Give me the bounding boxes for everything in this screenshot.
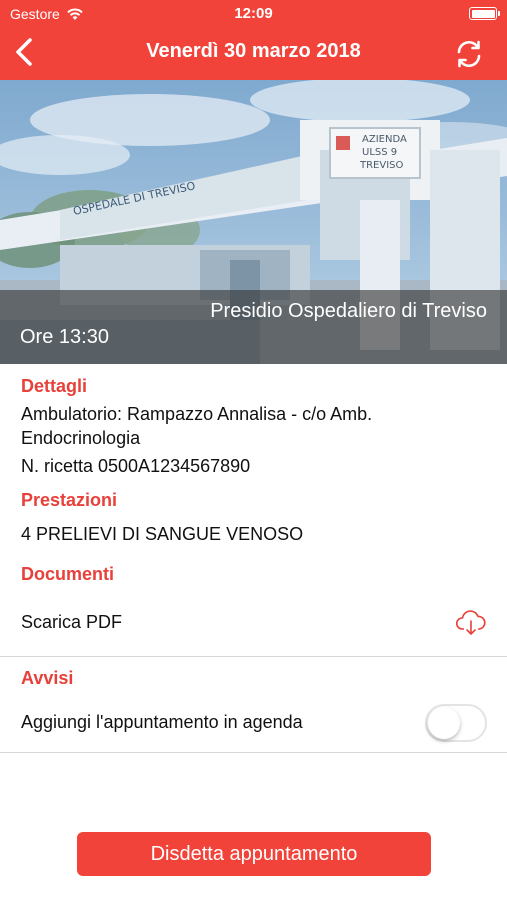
appointment-time: Ore 13:30 xyxy=(20,326,109,348)
agenda-label: Aggiungi l'appuntamento in agenda xyxy=(21,712,303,732)
hero-info-bar: Presidio Ospedaliero di Treviso Ore 13:3… xyxy=(0,290,507,364)
status-time: 12:09 xyxy=(234,5,273,22)
cancel-appointment-button[interactable]: Disdetta appuntamento xyxy=(77,832,431,876)
back-button[interactable] xyxy=(10,36,40,68)
divider xyxy=(0,656,507,657)
prestazione-item: 4 PRELIEVI DI SANGUE VENOSO xyxy=(21,524,304,544)
agenda-row: Aggiungi l'appuntamento in agenda xyxy=(0,700,507,752)
ricetta-number: N. ricetta 0500A1234567890 xyxy=(21,456,251,476)
refresh-icon xyxy=(457,40,481,68)
chevron-left-icon xyxy=(16,38,32,66)
status-bar: Gestore 12:09 xyxy=(0,0,507,28)
ambulatorio-text: Ambulatorio: Rampazzo Annalisa - c/o Amb… xyxy=(21,404,373,448)
agenda-toggle[interactable] xyxy=(425,704,487,742)
refresh-button[interactable] xyxy=(453,38,485,70)
battery-icon xyxy=(469,7,500,20)
section-title-avvisi: Avvisi xyxy=(21,668,74,688)
divider xyxy=(0,752,507,753)
cloud-download-icon[interactable] xyxy=(455,608,487,643)
sign-line-2: ULSS 9 xyxy=(362,147,397,158)
section-title-prestazioni: Prestazioni xyxy=(21,490,118,510)
download-pdf-label: Scarica PDF xyxy=(21,612,123,632)
section-title-documenti: Documenti xyxy=(21,564,115,584)
toggle-knob xyxy=(428,707,460,739)
page-title: Venerdì 30 marzo 2018 xyxy=(146,40,361,62)
app-header: Gestore 12:09 Venerdì 30 marzo 2018 xyxy=(0,0,507,80)
download-pdf-row[interactable]: Scarica PDF xyxy=(0,598,507,656)
hospital-name: Presidio Ospedaliero di Treviso xyxy=(210,300,487,322)
sign-line-1: AZIENDA xyxy=(362,134,407,145)
sign-line-3: TREVISO xyxy=(359,160,404,171)
section-title-dettagli: Dettagli xyxy=(21,376,88,396)
hospital-photo: AZIENDA ULSS 9 TREVISO OSPEDALE DI TREVI… xyxy=(0,80,507,364)
